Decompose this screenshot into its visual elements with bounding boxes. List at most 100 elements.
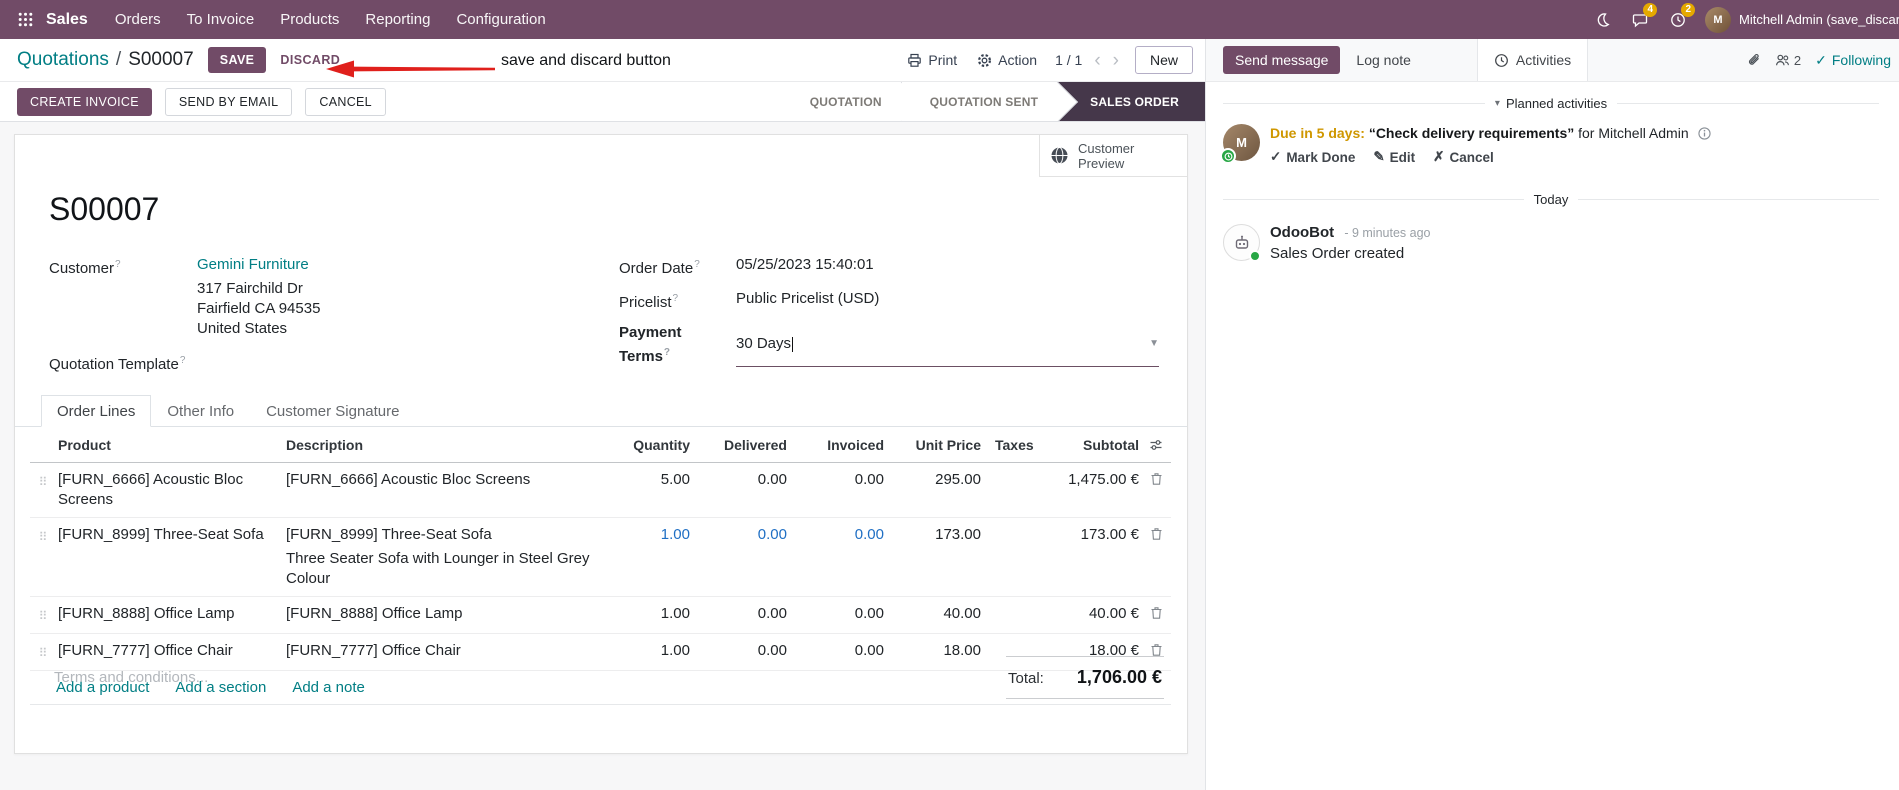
send-message-button[interactable]: Send message	[1223, 46, 1341, 74]
menu-item-products[interactable]: Products	[267, 0, 352, 39]
column-header-quantity[interactable]: Quantity	[592, 428, 692, 462]
following-button[interactable]: ✓ Following	[1815, 52, 1891, 69]
taxes-cell[interactable]	[983, 597, 1041, 611]
terms-placeholder[interactable]: Terms and conditions...	[54, 669, 208, 686]
unit-price-cell[interactable]: 40.00	[886, 597, 983, 631]
activity-due-text: Due in 5 days:	[1270, 125, 1365, 141]
create-invoice-button[interactable]: CREATE INVOICE	[17, 87, 152, 116]
description-cell[interactable]: [FURN_8999] Three-Seat Sofa Three Seater …	[284, 518, 592, 596]
column-header-subtotal[interactable]: Subtotal	[1041, 428, 1141, 462]
drag-handle-icon[interactable]: ⠿	[30, 463, 56, 499]
quantity-cell[interactable]: 1.00	[592, 634, 692, 668]
apps-menu-icon[interactable]	[10, 0, 40, 39]
edit-activity-button[interactable]: ✎ Edit	[1373, 149, 1415, 165]
optional-columns-icon[interactable]	[1141, 428, 1171, 459]
column-header-description[interactable]: Description	[284, 428, 592, 462]
invoiced-cell[interactable]: 0.00	[789, 518, 886, 552]
pricelist-value[interactable]: Public Pricelist (USD)	[736, 289, 879, 313]
planned-activities-toggle[interactable]: ▾ Planned activities	[1495, 96, 1607, 111]
cancel-activity-button[interactable]: ✗ Cancel	[1433, 149, 1494, 165]
customer-preview-button[interactable]: Customer Preview	[1039, 135, 1187, 177]
quantity-cell[interactable]: 5.00	[592, 463, 692, 497]
product-cell[interactable]: [FURN_7777] Office Chair	[56, 634, 284, 668]
save-button[interactable]: SAVE	[207, 47, 267, 73]
followers-button[interactable]: 2	[1775, 53, 1801, 68]
delivered-cell[interactable]: 0.00	[692, 597, 789, 631]
column-header-product[interactable]: Product	[56, 428, 284, 462]
tab-order-lines[interactable]: Order Lines	[41, 395, 152, 427]
send-by-email-button[interactable]: SEND BY EMAIL	[164, 87, 293, 116]
product-cell[interactable]: [FURN_8999] Three-Seat Sofa	[56, 518, 284, 552]
messages-button[interactable]: 4	[1621, 0, 1659, 39]
print-button[interactable]: Print	[899, 46, 965, 74]
column-header-invoiced[interactable]: Invoiced	[789, 428, 886, 462]
drag-handle-icon[interactable]: ⠿	[30, 634, 56, 670]
product-cell[interactable]: [FURN_8888] Office Lamp	[56, 597, 284, 631]
quantity-cell[interactable]: 1.00	[592, 518, 692, 552]
menu-item-to-invoice[interactable]: To Invoice	[174, 0, 268, 39]
order-line-row[interactable]: ⠿ [FURN_6666] Acoustic Bloc Screens [FUR…	[30, 463, 1171, 518]
tab-customer-signature[interactable]: Customer Signature	[250, 395, 415, 427]
unit-price-cell[interactable]: 173.00	[886, 518, 983, 552]
dark-mode-icon[interactable]	[1583, 0, 1621, 39]
action-button[interactable]: Action	[969, 46, 1045, 74]
new-button[interactable]: New	[1134, 46, 1193, 74]
dropdown-caret-icon[interactable]: ▼	[1149, 334, 1159, 354]
info-icon[interactable]	[1697, 127, 1711, 140]
order-line-row[interactable]: ⠿ [FURN_8999] Three-Seat Sofa [FURN_8999…	[30, 518, 1171, 597]
invoiced-cell[interactable]: 0.00	[789, 597, 886, 631]
taxes-cell[interactable]	[983, 463, 1041, 477]
mark-done-button[interactable]: ✓ Mark Done	[1270, 149, 1355, 165]
payment-terms-field[interactable]: 30 Days ▼	[736, 323, 1159, 367]
cancel-button[interactable]: CANCEL	[305, 87, 386, 116]
invoiced-cell[interactable]: 0.00	[789, 463, 886, 497]
message-author[interactable]: OdooBot	[1270, 224, 1334, 241]
unit-price-cell[interactable]: 295.00	[886, 463, 983, 497]
delete-row-icon[interactable]	[1141, 463, 1171, 493]
discard-button[interactable]: DISCARD	[270, 47, 350, 73]
drag-handle-icon[interactable]: ⠿	[30, 518, 56, 554]
order-line-row[interactable]: ⠿ [FURN_8888] Office Lamp [FURN_8888] Of…	[30, 597, 1171, 634]
pager-next-icon[interactable]: ›	[1113, 51, 1119, 70]
column-header-unit-price[interactable]: Unit Price	[886, 428, 983, 462]
invoiced-cell[interactable]: 0.00	[789, 634, 886, 668]
attachment-button[interactable]	[1745, 52, 1761, 68]
stage-quotation-sent[interactable]: QUOTATION SENT	[901, 82, 1059, 121]
stage-sales-order[interactable]: SALES ORDER	[1058, 82, 1205, 121]
quantity-cell[interactable]: 1.00	[592, 597, 692, 631]
product-cell[interactable]: [FURN_6666] Acoustic Bloc Screens	[56, 463, 284, 517]
delivered-cell[interactable]: 0.00	[692, 518, 789, 552]
delete-row-icon[interactable]	[1141, 597, 1171, 627]
order-date-value[interactable]: 05/25/2023 15:40:01	[736, 255, 874, 279]
record-title[interactable]: S00007	[49, 191, 159, 228]
customer-name-link[interactable]: Gemini Furniture	[197, 255, 309, 279]
description-cell[interactable]: [FURN_6666] Acoustic Bloc Screens	[284, 463, 592, 497]
stage-quotation[interactable]: QUOTATION	[781, 82, 902, 121]
tab-activities[interactable]: Activities	[1476, 39, 1589, 81]
add-note-link[interactable]: Add a note	[292, 679, 365, 696]
order-line-row[interactable]: ⠿ [FURN_7777] Office Chair [FURN_7777] O…	[30, 634, 1171, 671]
delete-row-icon[interactable]	[1141, 518, 1171, 548]
menu-item-orders[interactable]: Orders	[102, 0, 174, 39]
tab-other-info[interactable]: Other Info	[151, 395, 250, 427]
taxes-cell[interactable]	[983, 518, 1041, 532]
unit-price-cell[interactable]: 18.00	[886, 634, 983, 668]
breadcrumb-quotations-link[interactable]: Quotations	[17, 49, 109, 71]
taxes-cell[interactable]	[983, 634, 1041, 648]
log-note-button[interactable]: Log note	[1344, 46, 1423, 74]
menu-item-reporting[interactable]: Reporting	[352, 0, 443, 39]
delivered-cell[interactable]: 0.00	[692, 463, 789, 497]
pager-prev-icon[interactable]: ‹	[1094, 51, 1100, 70]
delivered-cell[interactable]: 0.00	[692, 634, 789, 668]
drag-handle-icon[interactable]: ⠿	[30, 597, 56, 633]
today-label: Today	[1533, 192, 1569, 207]
user-avatar[interactable]: M	[1705, 6, 1731, 33]
activities-button[interactable]: 2	[1659, 0, 1697, 39]
menu-item-configuration[interactable]: Configuration	[443, 0, 558, 39]
user-name[interactable]: Mitchell Admin (save_discar	[1739, 12, 1899, 27]
description-cell[interactable]: [FURN_7777] Office Chair	[284, 634, 592, 668]
column-header-taxes[interactable]: Taxes	[983, 428, 1041, 462]
app-name[interactable]: Sales	[46, 11, 88, 29]
description-cell[interactable]: [FURN_8888] Office Lamp	[284, 597, 592, 631]
column-header-delivered[interactable]: Delivered	[692, 428, 789, 462]
